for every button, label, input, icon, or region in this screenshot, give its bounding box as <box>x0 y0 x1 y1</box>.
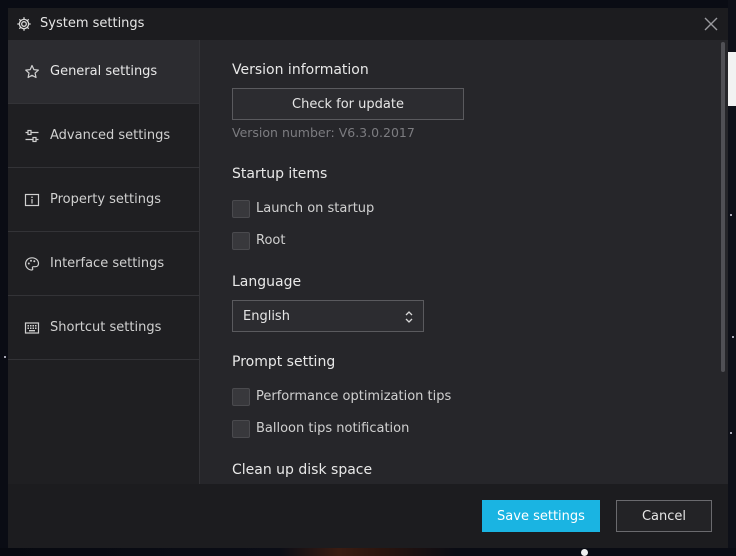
content-scrollbar[interactable] <box>719 40 728 484</box>
sidebar-item-label: Property settings <box>50 192 161 207</box>
balloon-tips-option[interactable]: Balloon tips notification <box>232 420 409 438</box>
chevron-up-down-icon <box>405 311 413 323</box>
performance-tips-option[interactable]: Performance optimization tips <box>232 388 451 406</box>
performance-tips-checkbox[interactable] <box>232 388 250 406</box>
prompt-setting-heading: Prompt setting <box>232 354 336 370</box>
sliders-icon <box>25 129 39 143</box>
sidebar-item-label: Interface settings <box>50 256 165 271</box>
checkbox-label: Root <box>256 233 286 248</box>
star-dot <box>4 356 6 358</box>
settings-sidebar: General settings Advanced settings Prope <box>8 40 200 484</box>
dialog-footer: Save settings Cancel <box>8 484 728 548</box>
gear-icon <box>17 17 31 31</box>
startup-items-heading: Startup items <box>232 166 328 182</box>
window-title: System settings <box>40 16 145 31</box>
sidebar-item-interface[interactable]: Interface settings <box>8 232 199 296</box>
star-dot <box>730 214 732 216</box>
star-dot <box>730 432 732 434</box>
version-number: Version number: V6.3.0.2017 <box>232 125 415 140</box>
info-icon <box>24 193 40 207</box>
keyboard-icon <box>24 322 40 334</box>
sidebar-item-shortcut[interactable]: Shortcut settings <box>8 296 199 360</box>
desktop-window-edge <box>728 52 736 106</box>
clean-up-disk-heading: Clean up disk space <box>232 462 373 478</box>
checkbox-label: Launch on startup <box>256 201 375 216</box>
version-info-heading: Version information <box>232 62 369 78</box>
launch-on-startup-option[interactable]: Launch on startup <box>232 200 374 218</box>
title-bar: System settings <box>8 8 728 40</box>
scrollbar-thumb[interactable] <box>721 42 725 372</box>
star-icon <box>25 64 39 79</box>
sidebar-item-label: Shortcut settings <box>50 320 162 335</box>
launch-on-startup-checkbox[interactable] <box>232 200 250 218</box>
sidebar-item-label: Advanced settings <box>50 128 171 143</box>
language-select[interactable]: English <box>232 300 424 332</box>
save-settings-button[interactable]: Save settings <box>482 500 600 532</box>
palette-icon <box>24 257 40 271</box>
cancel-button[interactable]: Cancel <box>616 500 712 532</box>
root-option[interactable]: Root <box>232 232 285 250</box>
sidebar-item-label: General settings <box>50 64 158 79</box>
desktop-background-bottom <box>0 548 736 556</box>
balloon-tips-checkbox[interactable] <box>232 420 250 438</box>
root-checkbox[interactable] <box>232 232 250 250</box>
close-icon[interactable] <box>701 14 721 34</box>
language-heading: Language <box>232 274 302 290</box>
checkbox-label: Balloon tips notification <box>256 421 410 436</box>
sidebar-item-property[interactable]: Property settings <box>8 168 199 232</box>
star-dot <box>581 549 588 556</box>
system-settings-window: System settings General settings Advance… <box>8 8 728 548</box>
checkbox-label: Performance optimization tips <box>256 389 452 404</box>
sidebar-item-general[interactable]: General settings <box>8 40 199 104</box>
settings-content: Version information Check for update Ver… <box>201 40 728 484</box>
check-update-button[interactable]: Check for update <box>232 88 464 120</box>
language-select-value: English <box>243 309 290 324</box>
star-dot <box>732 336 734 338</box>
sidebar-item-advanced[interactable]: Advanced settings <box>8 104 199 168</box>
